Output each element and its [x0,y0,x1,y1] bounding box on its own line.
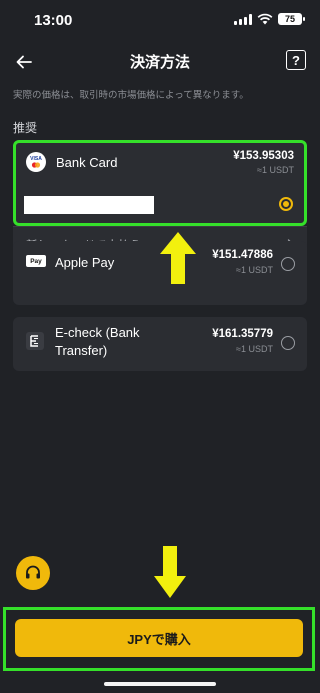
support-button[interactable] [16,556,50,590]
status-icons: 75 [234,13,305,25]
wifi-icon [257,13,273,25]
buy-button-highlight: JPYで購入 [3,607,315,671]
home-indicator[interactable] [104,682,216,686]
radio-selected[interactable] [279,197,293,211]
payment-option-echeck[interactable]: E-check (Bank Transfer) ¥161.35779 ≈1 US… [13,317,307,371]
section-recommended-label: 推奨 [13,121,38,135]
status-bar: 13:00 75 [0,0,320,40]
price-notice: 実際の価格は、取引時の市場価格によって異なります。 [13,90,249,101]
echeck-icon [26,332,44,350]
payment-price: ¥151.47886 [212,249,273,261]
redacted-card-number [24,196,154,214]
battery-icon: 75 [278,13,305,25]
page-title: 決済方法 [129,54,190,71]
payment-option-bank-card[interactable]: VISA Bank Card ¥153.95303 ≈1 USDT [13,140,307,226]
radio-unselected[interactable] [281,336,295,350]
help-button[interactable]: ? [286,50,306,70]
payment-rate: ≈1 USDT [257,165,294,175]
annotation-arrow-down-icon [154,546,186,598]
payment-method-name: Apple Pay [55,255,115,270]
payment-price: ¥153.95303 [233,150,294,162]
radio-unselected[interactable] [281,257,295,271]
header: 決済方法 ? [0,44,320,80]
status-time: 13:00 [34,12,73,29]
headset-icon [26,565,40,579]
payment-rate: ≈1 USDT [236,344,273,354]
buy-button[interactable]: JPYで購入 [15,619,303,657]
apple-pay-icon: Pay [26,255,46,267]
payment-price: ¥161.35779 [212,328,273,340]
payment-method-name: Bank Card [56,155,118,170]
signal-icon [234,13,252,25]
payment-rate: ≈1 USDT [236,265,273,275]
annotation-arrow-up-icon [160,232,196,284]
payment-method-name: E-check (Bank Transfer) [55,325,140,358]
visa-mastercard-icon: VISA [26,152,46,172]
